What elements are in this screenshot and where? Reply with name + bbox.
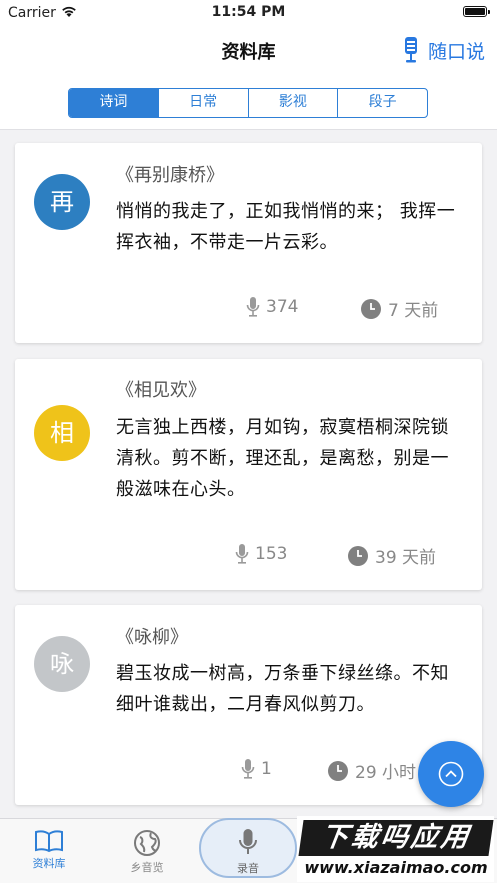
chevron-up-icon: [438, 761, 464, 787]
globe-icon: [134, 830, 160, 856]
post-time: 7 天前: [360, 296, 438, 321]
navigation-bar: 资料库 随口说: [0, 26, 497, 76]
poem-title: 《咏柳》: [116, 627, 188, 648]
post-time: 39 天前: [347, 543, 436, 568]
segment-poetry[interactable]: 诗词: [69, 89, 159, 117]
quick-speak-label: 随口说: [427, 40, 485, 63]
listen-count: 1: [241, 758, 272, 780]
segment-film[interactable]: 影视: [249, 89, 339, 117]
watermark-logo: 下载吗应用 www.xiazaimao.com: [297, 816, 494, 882]
avatar: 相: [34, 405, 90, 461]
microphone-icon: [241, 759, 255, 779]
book-icon: [35, 830, 63, 853]
poem-card[interactable]: 再 《再别康桥》 悄悄的我走了，正如我悄悄的来； 我挥一挥衣袖，不带走一片云彩。…: [15, 143, 482, 343]
scroll-top-button[interactable]: [418, 741, 484, 807]
segment-jokes[interactable]: 段子: [338, 89, 427, 117]
poem-title: 《再别康桥》: [116, 165, 224, 186]
avatar: 再: [34, 174, 90, 230]
listen-count-value: 1: [261, 759, 272, 779]
poem-text: 碧玉妆成一树高，万条垂下绿丝绦。不知细叶谁裁出，二月春风似剪刀。: [116, 663, 449, 715]
segment-daily[interactable]: 日常: [159, 89, 249, 117]
listen-count-value: 374: [266, 297, 299, 317]
segmented-control: 诗词 日常 影视 段子: [68, 88, 428, 118]
watermark-url: www.xiazaimao.com: [304, 858, 488, 877]
tab-library[interactable]: 资料库: [9, 825, 89, 871]
post-time-value: 29 小时: [355, 763, 417, 783]
tab-library-label: 资料库: [32, 857, 66, 870]
category-segment-bar: 诗词 日常 影视 段子: [0, 76, 497, 130]
tab-dialect[interactable]: 乡音览: [107, 825, 187, 875]
microphone-icon: [235, 544, 249, 564]
clock-icon: [361, 298, 381, 319]
listen-count: 374: [246, 296, 298, 318]
microphone-icon: [246, 297, 260, 317]
battery-icon: [463, 6, 487, 17]
listen-count: 153: [235, 543, 287, 565]
record-button[interactable]: 录音: [199, 818, 297, 878]
poem-card[interactable]: 咏 《咏柳》 碧玉妆成一树高，万条垂下绿丝绦。不知细叶谁裁出，二月春风似剪刀。 …: [15, 605, 482, 805]
status-bar: Carrier 11:54 PM: [0, 0, 497, 26]
record-label: 录音: [237, 862, 259, 875]
poem-title: 《相见欢》: [116, 380, 206, 401]
clock-icon: [328, 760, 348, 781]
poem-card[interactable]: 相 《相见欢》 无言独上西楼，月如钩，寂寞梧桐深院锁清秋。剪不断，理还乱，是离愁…: [15, 359, 482, 590]
quick-speak-button[interactable]: 随口说: [402, 36, 485, 64]
listen-count-value: 153: [255, 544, 288, 564]
clock: 11:54 PM: [211, 4, 286, 20]
clock-icon: [348, 545, 368, 566]
tab-dialect-label: 乡音览: [130, 861, 164, 874]
post-time-value: 39 天前: [375, 548, 437, 568]
poem-text: 悄悄的我走了，正如我悄悄的来； 我挥一挥衣袖，不带走一片云彩。: [116, 201, 456, 253]
post-time: 29 小时: [327, 758, 416, 783]
battery-tip: [488, 10, 490, 14]
avatar: 咏: [34, 636, 90, 692]
poem-text: 无言独上西楼，月如钩，寂寞梧桐深院锁清秋。剪不断，理还乱，是离愁，别是一般滋味在…: [116, 417, 449, 500]
watermark-title: 下载吗应用: [298, 820, 494, 856]
microphone-icon: [239, 829, 257, 854]
post-time-value: 7 天前: [388, 301, 439, 321]
microphone-icon: [404, 37, 417, 63]
